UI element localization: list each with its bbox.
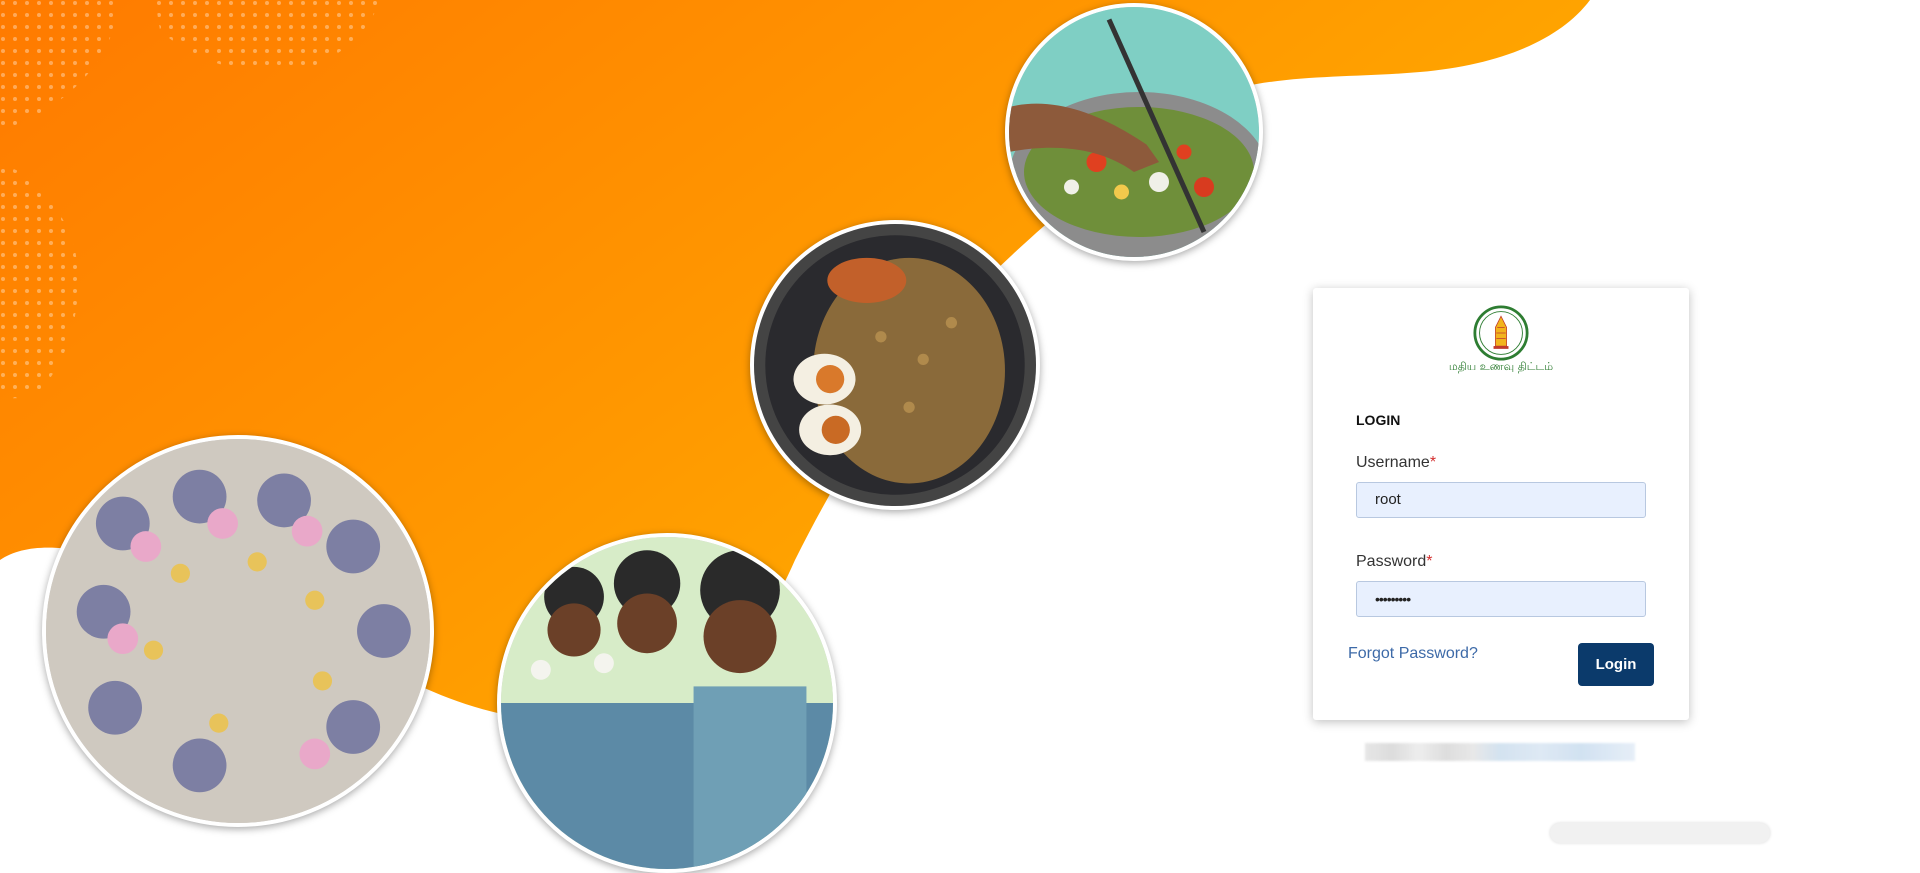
rice-egg-plate-image	[750, 220, 1040, 510]
boys-eating-image	[497, 533, 837, 873]
login-heading: LOGIN	[1356, 412, 1401, 428]
username-input[interactable]: root	[1356, 482, 1646, 518]
scheme-logo-text: மதிய உணவு திட்டம்	[1448, 360, 1554, 373]
password-input[interactable]: •••••••••	[1356, 581, 1646, 617]
password-label: Password*	[1356, 553, 1433, 570]
forgot-password-link[interactable]: Forgot Password?	[1348, 645, 1478, 663]
blurred-footer-text	[1365, 743, 1635, 761]
tamilnadu-emblem-icon	[1473, 305, 1529, 361]
bottom-widget	[1550, 823, 1770, 843]
cooking-pot-image	[1005, 3, 1263, 261]
username-label: Username*	[1356, 454, 1437, 471]
login-card: மதிய உணவு திட்டம் LOGIN Username* root P…	[1313, 288, 1689, 720]
girls-eating-image	[42, 435, 434, 827]
login-button[interactable]: Login	[1578, 643, 1654, 686]
scheme-logo: மதிய உணவு திட்டம்	[1438, 305, 1564, 375]
